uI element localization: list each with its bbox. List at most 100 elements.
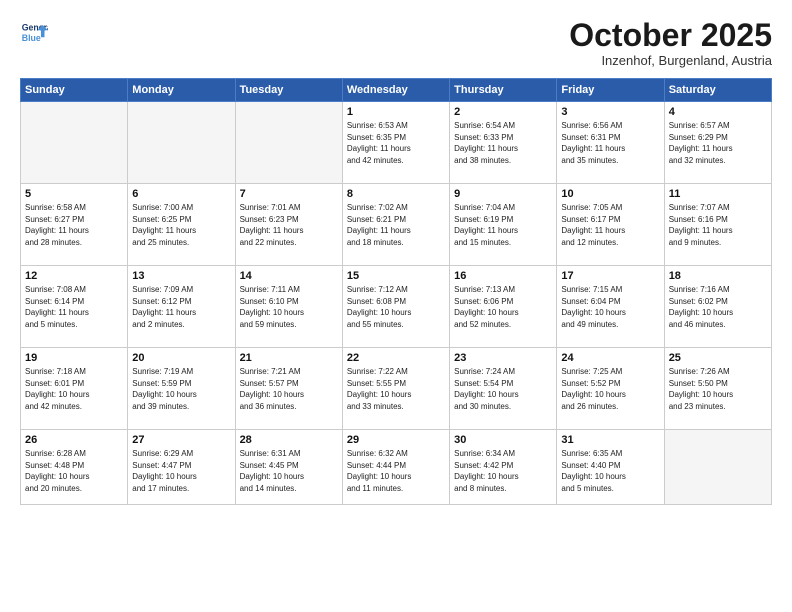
table-row: [21, 102, 128, 184]
table-row: [664, 430, 771, 505]
day-number: 18: [669, 270, 767, 282]
calendar-header-row: Sunday Monday Tuesday Wednesday Thursday…: [21, 79, 772, 102]
day-number: 5: [25, 188, 123, 200]
day-number: 4: [669, 106, 767, 118]
table-row: [235, 102, 342, 184]
table-row: 10Sunrise: 7:05 AMSunset: 6:17 PMDayligh…: [557, 184, 664, 266]
table-row: 20Sunrise: 7:19 AMSunset: 5:59 PMDayligh…: [128, 348, 235, 430]
table-row: 5 Sunrise: 6:58 AMSunset: 6:27 PMDaylight…: [21, 184, 128, 266]
col-friday: Friday: [557, 79, 664, 102]
cell-content: Sunrise: 7:15 AMSunset: 6:04 PMDaylight:…: [561, 284, 659, 330]
cell-content: Sunrise: 7:08 AMSunset: 6:14 PMDaylight:…: [25, 284, 123, 330]
table-row: 15 Sunrise: 7:12 AMSunset: 6:08 PMDayligh…: [342, 266, 449, 348]
table-row: 4 Sunrise: 6:57 AMSunset: 6:29 PMDaylight…: [664, 102, 771, 184]
table-row: 14 Sunrise: 7:11 AMSunset: 6:10 PMDayligh…: [235, 266, 342, 348]
cell-content: Sunrise: 7:11 AMSunset: 6:10 PMDaylight:…: [240, 284, 338, 330]
col-wednesday: Wednesday: [342, 79, 449, 102]
table-row: 12 Sunrise: 7:08 AMSunset: 6:14 PMDayligh…: [21, 266, 128, 348]
day-number: 16: [454, 270, 552, 282]
cell-content: Sunrise: 6:35 AMSunset: 4:40 PMDaylight:…: [561, 448, 659, 494]
table-row: 11 Sunrise: 7:07 AMSunset: 6:16 PMDayligh…: [664, 184, 771, 266]
cell-content: Sunrise: 7:02 AMSunset: 6:21 PMDaylight:…: [347, 202, 445, 248]
cell-content: Sunrise: 7:24 AMSunset: 5:54 PMDaylight:…: [454, 366, 552, 412]
cell-content: Sunrise: 7:04 AMSunset: 6:19 PMDaylight:…: [454, 202, 552, 248]
table-row: 7 Sunrise: 7:01 AMSunset: 6:23 PMDaylight…: [235, 184, 342, 266]
day-number: 26: [25, 434, 123, 446]
day-number: 27: [132, 434, 230, 446]
table-row: 8 Sunrise: 7:02 AMSunset: 6:21 PMDaylight…: [342, 184, 449, 266]
table-row: 28 Sunrise: 6:31 AMSunset: 4:45 PMDayligh…: [235, 430, 342, 505]
table-row: 22 Sunrise: 7:22 AMSunset: 5:55 PMDayligh…: [342, 348, 449, 430]
table-row: 6 Sunrise: 7:00 AMSunset: 6:25 PMDaylight…: [128, 184, 235, 266]
cell-content: Sunrise: 7:07 AMSunset: 6:16 PMDaylight:…: [669, 202, 767, 248]
table-row: 3 Sunrise: 6:56 AMSunset: 6:31 PMDaylight…: [557, 102, 664, 184]
col-monday: Monday: [128, 79, 235, 102]
day-number: 12: [25, 270, 123, 282]
cell-content: Sunrise: 7:12 AMSunset: 6:08 PMDaylight:…: [347, 284, 445, 330]
table-row: 30 Sunrise: 6:34 AMSunset: 4:42 PMDayligh…: [450, 430, 557, 505]
cell-content: Sunrise: 7:00 AMSunset: 6:25 PMDaylight:…: [132, 202, 230, 248]
table-row: 16 Sunrise: 7:13 AMSunset: 6:06 PMDayligh…: [450, 266, 557, 348]
day-number: 3: [561, 106, 659, 118]
cell-content: Sunrise: 6:58 AMSunset: 6:27 PMDaylight:…: [25, 202, 123, 248]
month-title: October 2025: [569, 18, 772, 53]
calendar-table: Sunday Monday Tuesday Wednesday Thursday…: [20, 78, 772, 505]
table-row: 26Sunrise: 6:28 AMSunset: 4:48 PMDayligh…: [21, 430, 128, 505]
table-row: 29 Sunrise: 6:32 AMSunset: 4:44 PMDayligh…: [342, 430, 449, 505]
col-tuesday: Tuesday: [235, 79, 342, 102]
table-row: 2Sunrise: 6:54 AMSunset: 6:33 PMDaylight…: [450, 102, 557, 184]
day-number: 9: [454, 188, 552, 200]
table-row: 13Sunrise: 7:09 AMSunset: 6:12 PMDayligh…: [128, 266, 235, 348]
cell-content: Sunrise: 6:56 AMSunset: 6:31 PMDaylight:…: [561, 120, 659, 166]
day-number: 23: [454, 352, 552, 364]
col-thursday: Thursday: [450, 79, 557, 102]
location-subtitle: Inzenhof, Burgenland, Austria: [569, 53, 772, 68]
table-row: 21 Sunrise: 7:21 AMSunset: 5:57 PMDayligh…: [235, 348, 342, 430]
day-number: 30: [454, 434, 552, 446]
logo-icon: General Blue: [20, 18, 48, 46]
table-row: 31Sunrise: 6:35 AMSunset: 4:40 PMDayligh…: [557, 430, 664, 505]
cell-content: Sunrise: 7:18 AMSunset: 6:01 PMDaylight:…: [25, 366, 123, 412]
table-row: 23 Sunrise: 7:24 AMSunset: 5:54 PMDayligh…: [450, 348, 557, 430]
day-number: 11: [669, 188, 767, 200]
cell-content: Sunrise: 7:22 AMSunset: 5:55 PMDaylight:…: [347, 366, 445, 412]
table-row: 18 Sunrise: 7:16 AMSunset: 6:02 PMDayligh…: [664, 266, 771, 348]
day-number: 19: [25, 352, 123, 364]
table-row: 25Sunrise: 7:26 AMSunset: 5:50 PMDayligh…: [664, 348, 771, 430]
day-number: 22: [347, 352, 445, 364]
day-number: 20: [132, 352, 230, 364]
cell-content: Sunrise: 6:32 AMSunset: 4:44 PMDaylight:…: [347, 448, 445, 494]
day-number: 15: [347, 270, 445, 282]
cell-content: Sunrise: 6:29 AMSunset: 4:47 PMDaylight:…: [132, 448, 230, 494]
cell-content: Sunrise: 7:01 AMSunset: 6:23 PMDaylight:…: [240, 202, 338, 248]
day-number: 7: [240, 188, 338, 200]
cell-content: Sunrise: 7:25 AMSunset: 5:52 PMDaylight:…: [561, 366, 659, 412]
cell-content: Sunrise: 7:16 AMSunset: 6:02 PMDaylight:…: [669, 284, 767, 330]
title-block: October 2025 Inzenhof, Burgenland, Austr…: [569, 18, 772, 68]
cell-content: Sunrise: 7:21 AMSunset: 5:57 PMDaylight:…: [240, 366, 338, 412]
table-row: 27 Sunrise: 6:29 AMSunset: 4:47 PMDayligh…: [128, 430, 235, 505]
svg-text:Blue: Blue: [22, 33, 41, 43]
page: General Blue October 2025 Inzenhof, Burg…: [0, 0, 792, 612]
cell-content: Sunrise: 7:13 AMSunset: 6:06 PMDaylight:…: [454, 284, 552, 330]
table-row: 9 Sunrise: 7:04 AMSunset: 6:19 PMDaylight…: [450, 184, 557, 266]
header: General Blue October 2025 Inzenhof, Burg…: [20, 18, 772, 68]
cell-content: Sunrise: 6:34 AMSunset: 4:42 PMDaylight:…: [454, 448, 552, 494]
cell-content: Sunrise: 6:31 AMSunset: 4:45 PMDaylight:…: [240, 448, 338, 494]
col-sunday: Sunday: [21, 79, 128, 102]
day-number: 21: [240, 352, 338, 364]
day-number: 28: [240, 434, 338, 446]
table-row: [128, 102, 235, 184]
table-row: 19 Sunrise: 7:18 AMSunset: 6:01 PMDayligh…: [21, 348, 128, 430]
cell-content: Sunrise: 7:09 AMSunset: 6:12 PMDaylight:…: [132, 284, 230, 330]
day-number: 17: [561, 270, 659, 282]
cell-content: Sunrise: 6:57 AMSunset: 6:29 PMDaylight:…: [669, 120, 767, 166]
table-row: 17 Sunrise: 7:15 AMSunset: 6:04 PMDayligh…: [557, 266, 664, 348]
col-saturday: Saturday: [664, 79, 771, 102]
table-row: 24Sunrise: 7:25 AMSunset: 5:52 PMDayligh…: [557, 348, 664, 430]
day-number: 29: [347, 434, 445, 446]
day-number: 8: [347, 188, 445, 200]
day-number: 14: [240, 270, 338, 282]
day-number: 2: [454, 106, 552, 118]
day-number: 6: [132, 188, 230, 200]
